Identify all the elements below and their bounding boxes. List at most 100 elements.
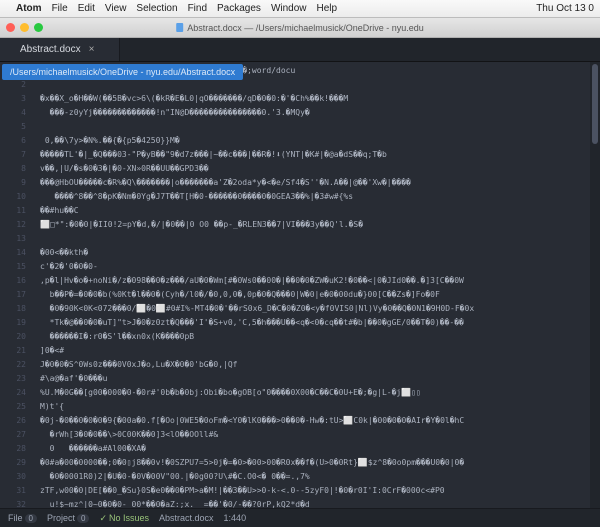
line-number: 3 bbox=[2, 92, 26, 106]
line-number: 22 bbox=[2, 358, 26, 372]
line-number: 16 bbox=[2, 274, 26, 288]
line-number: 23 bbox=[2, 372, 26, 386]
menu-window[interactable]: Window bbox=[271, 3, 307, 14]
line-number: 30 bbox=[2, 470, 26, 484]
window-close-button[interactable] bbox=[6, 23, 15, 32]
file-label: File bbox=[8, 513, 23, 523]
window-title-text: Abstract.docx — /Users/michaelmusick/One… bbox=[187, 23, 424, 33]
code-line[interactable]: ]0�<# bbox=[40, 344, 590, 358]
tab-bar: Abstract.docx × bbox=[0, 38, 600, 62]
window-zoom-button[interactable] bbox=[34, 23, 43, 32]
code-line[interactable]: u!$~mz^|0~0�0�0-_00*��0�aZ:;x.__=��'�0/-… bbox=[40, 498, 590, 508]
code-area[interactable]: vpP�7!mr;���A85t�"8|X��[�����Q]�PK!��|��… bbox=[32, 62, 590, 508]
line-number: 20 bbox=[2, 330, 26, 344]
issues-text: No Issues bbox=[109, 513, 149, 523]
project-label: Project bbox=[47, 513, 75, 523]
line-number: 11 bbox=[2, 204, 26, 218]
code-line[interactable]: ⬜□*":�0�0|�II0!2=pY�d,�/|�0��|0 O0 ��p-_… bbox=[40, 218, 590, 232]
line-number: 24 bbox=[2, 386, 26, 400]
menu-packages[interactable]: Packages bbox=[217, 3, 261, 14]
code-line[interactable]: �00<��kth� bbox=[40, 246, 590, 260]
code-line[interactable]: ����^8��^8�pK�Nm�0Yg�J7T��T[H�0-������0�… bbox=[40, 190, 590, 204]
code-line[interactable]: �0#a�00�0000��;0�0▯j8��0v!�0SZPU7=5>0j�=… bbox=[40, 456, 590, 470]
line-number: 9 bbox=[2, 176, 26, 190]
code-line[interactable]: zTF,w00�0|DE[��0_�Su}0S�e0��0�PM>a�M!|��… bbox=[40, 484, 590, 498]
line-number: 27 bbox=[2, 428, 26, 442]
git-project-status[interactable]: Project 0 bbox=[47, 513, 89, 523]
line-number: 4 bbox=[2, 106, 26, 120]
line-number: 26 bbox=[2, 414, 26, 428]
menu-view[interactable]: View bbox=[105, 3, 127, 14]
code-line[interactable]: M)t'{ bbox=[40, 400, 590, 414]
vertical-scrollbar[interactable] bbox=[590, 62, 600, 508]
line-number: 6 bbox=[2, 134, 26, 148]
code-line[interactable]: v��,|U/�s�0�3�|�0-XN»0R��UU��GPD3�� bbox=[40, 162, 590, 176]
macos-menubar: Atom File Edit View Selection Find Packa… bbox=[0, 0, 600, 18]
code-line[interactable]: ������I�:r0�S'l��xn0x(K����0pB bbox=[40, 330, 590, 344]
code-line[interactable]: �����TL'�|_�Q���03-"P�yB��"9�d7z���|~��c… bbox=[40, 148, 590, 162]
tab-close-icon[interactable]: × bbox=[89, 44, 95, 55]
line-number: 28 bbox=[2, 442, 26, 456]
code-line[interactable]: ��#hu��C bbox=[40, 204, 590, 218]
line-number: 13 bbox=[2, 232, 26, 246]
line-number: 21 bbox=[2, 344, 26, 358]
checkmark-icon: ✓ bbox=[99, 513, 107, 524]
code-line[interactable]: ���-z0yYj�������������!n"IN@D�����������… bbox=[40, 106, 590, 120]
menu-selection[interactable]: Selection bbox=[136, 3, 177, 14]
line-number: 29 bbox=[2, 456, 26, 470]
code-line[interactable]: J�0�0�S^0Ws0z���0V0xJ�o,Lu�X�0�0'bG�0,|Q… bbox=[40, 358, 590, 372]
code-line[interactable]: �rWh[3�0�0��\>0C00K��0]3<lO��OOll#& bbox=[40, 428, 590, 442]
line-number: 15 bbox=[2, 260, 26, 274]
line-number: 8 bbox=[2, 162, 26, 176]
line-number-gutter: 1234567891011121314151617181920212223242… bbox=[0, 62, 32, 508]
code-line[interactable]: �0�0001R0)2|�U�0-�0V�00V"00.|�0g00?U\#�C… bbox=[40, 470, 590, 484]
line-number: 5 bbox=[2, 120, 26, 134]
menu-file[interactable]: File bbox=[52, 3, 68, 14]
code-line[interactable]: 0 ������a#Al00�XA� bbox=[40, 442, 590, 456]
code-line[interactable] bbox=[40, 120, 590, 134]
code-line[interactable]: ,p�l|Hv�o�+noNi�/z�098��0�z���/aU�0�Wm[#… bbox=[40, 274, 590, 288]
tab-label: Abstract.docx bbox=[20, 44, 81, 55]
line-number: 10 bbox=[2, 190, 26, 204]
git-file-status[interactable]: File 0 bbox=[8, 513, 37, 523]
status-bar: File 0 Project 0 ✓ No Issues Abstract.do… bbox=[0, 508, 600, 527]
menu-find[interactable]: Find bbox=[188, 3, 207, 14]
window-titlebar[interactable]: Abstract.docx — /Users/michaelmusick/One… bbox=[0, 18, 600, 38]
status-filename[interactable]: Abstract.docx bbox=[159, 513, 214, 523]
window-title: Abstract.docx — /Users/michaelmusick/One… bbox=[176, 23, 424, 33]
document-icon bbox=[176, 23, 183, 32]
code-line[interactable]: �0�90K<0K<072���0/⬜�0⬜#0#I%-MT4�0�'��rS0… bbox=[40, 302, 590, 316]
menu-help[interactable]: Help bbox=[317, 3, 338, 14]
line-number: 12 bbox=[2, 218, 26, 232]
code-line[interactable]: ���@HbOU�����c�R%�Q\�������|o�������a'Z�… bbox=[40, 176, 590, 190]
code-line[interactable]: *Tk�@��0�0�uT]"t>J�0�z0zt�Q���'I'�S+v0,'… bbox=[40, 316, 590, 330]
code-line[interactable]: %U.M�0G��[g00�000�0-�0r#'0b�b�0bj:Obi�bo… bbox=[40, 386, 590, 400]
line-number: 19 bbox=[2, 316, 26, 330]
code-line[interactable]: #\a@�af'�0���u bbox=[40, 372, 590, 386]
code-line[interactable] bbox=[40, 78, 590, 92]
project-count: 0 bbox=[77, 514, 89, 523]
menu-edit[interactable]: Edit bbox=[78, 3, 95, 14]
code-line[interactable] bbox=[40, 232, 590, 246]
cursor-position[interactable]: 1:440 bbox=[224, 513, 247, 523]
linter-status[interactable]: ✓ No Issues bbox=[99, 513, 149, 524]
line-number: 2 bbox=[2, 78, 26, 92]
line-number: 14 bbox=[2, 246, 26, 260]
editor: 1234567891011121314151617181920212223242… bbox=[0, 62, 600, 508]
line-number: 31 bbox=[2, 484, 26, 498]
code-line[interactable]: b��P�=�0�0�b(%0Kt�l��0�(Cyh�/l0�/�0,0,0�… bbox=[40, 288, 590, 302]
menubar-clock: Thu Oct 13 0 bbox=[536, 3, 594, 14]
code-line[interactable]: �x��X_o�H��W(��5B�vc>6\(�kR�E�L0|qO�����… bbox=[40, 92, 590, 106]
tab-abstract-docx[interactable]: Abstract.docx × bbox=[0, 38, 120, 61]
code-line[interactable]: c'�2�'0�0�0- bbox=[40, 260, 590, 274]
code-line[interactable]: �0j-�0��0�0�0�9{�00a�0.f[�Oo|0WE5�0oFm�<… bbox=[40, 414, 590, 428]
line-number: 18 bbox=[2, 302, 26, 316]
line-number: 25 bbox=[2, 400, 26, 414]
line-number: 17 bbox=[2, 288, 26, 302]
scrollbar-thumb[interactable] bbox=[592, 64, 598, 144]
file-count: 0 bbox=[25, 514, 37, 523]
app-name-menu[interactable]: Atom bbox=[16, 3, 42, 14]
code-line[interactable]: 0,��\7y>�N%.��{�{p5�4250}}M� bbox=[40, 134, 590, 148]
line-number: 7 bbox=[2, 148, 26, 162]
window-minimize-button[interactable] bbox=[20, 23, 29, 32]
